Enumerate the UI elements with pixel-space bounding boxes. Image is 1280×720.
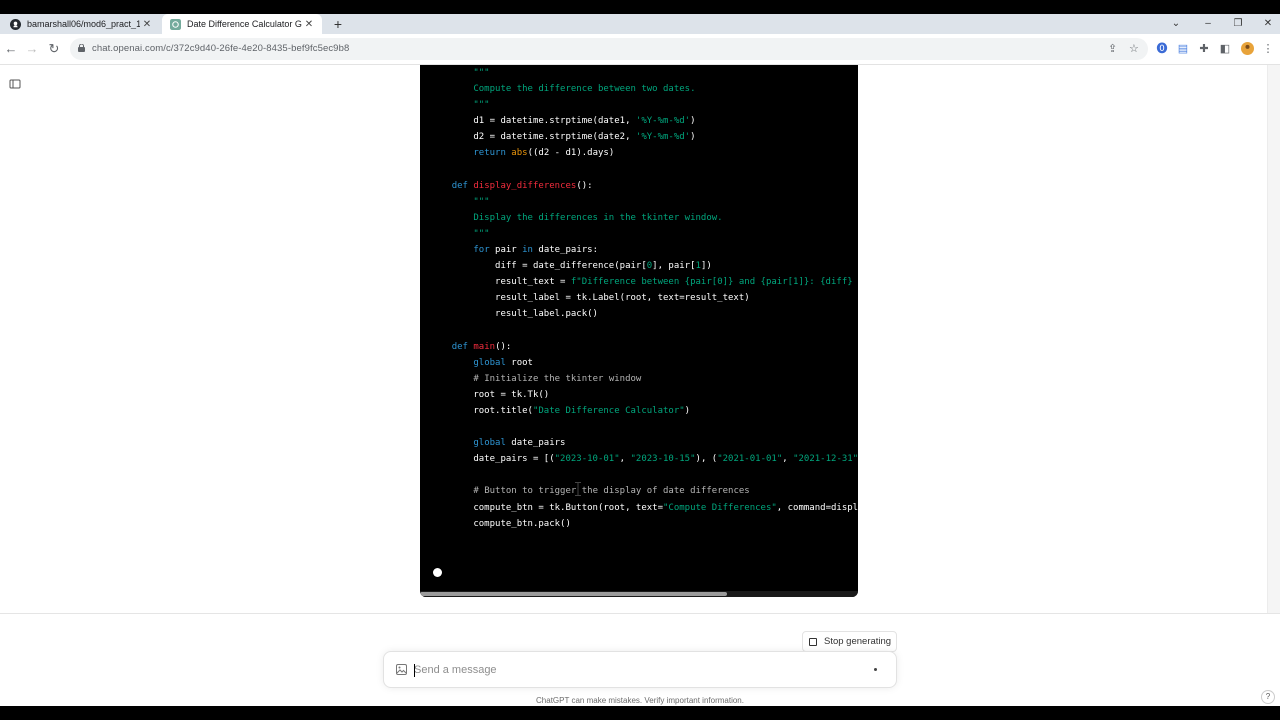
share-icon[interactable]: ⇪: [1108, 38, 1117, 60]
code-line: Compute the difference between two dates…: [430, 84, 696, 95]
code-line: result_text = f"Difference between {pair…: [430, 277, 858, 288]
tab-chatgpt[interactable]: Date Difference Calculator GUI ✕: [162, 14, 322, 34]
code-content: """ Compute the difference between two d…: [430, 65, 858, 532]
text-cursor-icon: [575, 482, 581, 496]
stop-icon: [809, 637, 817, 646]
restore-button[interactable]: ❐: [1228, 14, 1248, 34]
profile-avatar[interactable]: [1237, 39, 1257, 59]
bookmark-star-icon[interactable]: ☆: [1129, 38, 1139, 60]
code-line: root.title("Date Difference Calculator"): [430, 405, 691, 416]
forward-button[interactable]: →: [22, 39, 42, 59]
browser-toolbar: ← → ↻ chat.openai.com/c/372c9d40-26fe-4e…: [0, 34, 1280, 65]
url-text: chat.openai.com/c/372c9d40-26fe-4e20-843…: [92, 43, 350, 54]
scrollbar-thumb[interactable]: [420, 592, 727, 596]
minimize-button[interactable]: –: [1198, 14, 1218, 34]
code-line: result_label = tk.Label(root, text=resul…: [430, 293, 750, 304]
text-caret: [414, 664, 415, 677]
code-horizontal-scrollbar[interactable]: [420, 591, 858, 597]
send-button[interactable]: [874, 668, 877, 671]
chatgpt-icon: [170, 18, 181, 30]
close-tab-icon[interactable]: ✕: [140, 19, 154, 30]
code-line: for pair in date_pairs:: [473, 245, 599, 256]
tab-title: Date Difference Calculator GUI: [187, 19, 302, 29]
chat-page: """ Compute the difference between two d…: [0, 65, 1280, 706]
tab-github[interactable]: bamarshall06/mod6_pract_1 ✕: [2, 14, 160, 34]
browser-window: bamarshall06/mod6_pract_1 ✕ Date Differe…: [0, 14, 1280, 706]
code-line: """: [430, 196, 490, 207]
stop-generating-label: Stop generating: [824, 636, 892, 647]
streaming-cursor-dot: [433, 568, 442, 577]
tab-title: bamarshall06/mod6_pract_1: [27, 19, 140, 29]
code-line: Display the differences in the tkinter w…: [430, 212, 723, 223]
image-attach-icon[interactable]: [396, 664, 407, 675]
code-block: """ Compute the difference between two d…: [420, 65, 858, 597]
password-manager-icon[interactable]: ⓿: [1152, 39, 1172, 59]
menu-kebab-icon[interactable]: ⋮: [1258, 39, 1278, 59]
code-line: date_pairs = [("2023-10-01", "2023-10-15…: [430, 454, 858, 465]
new-tab-button[interactable]: +: [330, 14, 346, 34]
help-button[interactable]: ?: [1261, 690, 1275, 704]
message-composer: [383, 651, 897, 688]
code-line: diff = date_difference(pair[0], pair[1]): [430, 261, 712, 272]
code-line: """: [430, 228, 490, 239]
tab-strip: bamarshall06/mod6_pract_1 ✕ Date Differe…: [0, 14, 1280, 34]
stop-generating-button[interactable]: Stop generating: [802, 631, 897, 652]
sidebar-toggle-icon[interactable]: [8, 77, 22, 91]
divider: [0, 613, 1280, 614]
code-line: root = tk.Tk(): [430, 389, 550, 400]
back-button[interactable]: ←: [1, 39, 21, 59]
code-line: """: [430, 68, 490, 78]
lock-icon: [78, 44, 85, 52]
reload-button[interactable]: ↻: [44, 39, 64, 59]
code-line: # Initialize the tkinter window: [473, 373, 642, 384]
close-window-button[interactable]: ✕: [1258, 14, 1278, 34]
page-scrollbar[interactable]: [1267, 65, 1280, 613]
code-line: d1 = datetime.strptime(date1, '%Y-%m-%d'…: [430, 116, 696, 127]
code-line: global root: [473, 357, 533, 368]
extensions-puzzle-icon[interactable]: ✚: [1194, 39, 1214, 59]
code-line: """: [430, 100, 490, 111]
code-line: return abs((d2 - d1).days): [473, 148, 615, 159]
code-line: d2 = datetime.strptime(date2, '%Y-%m-%d'…: [430, 132, 696, 143]
disclaimer-text: ChatGPT can make mistakes. Verify import…: [536, 696, 744, 705]
message-input[interactable]: [414, 660, 854, 680]
code-line: result_label.pack(): [430, 309, 598, 320]
github-icon: [10, 18, 21, 30]
code-line: def main():: [451, 341, 512, 352]
code-line: def display_differences():: [451, 180, 593, 191]
extension-doc-icon[interactable]: ▤: [1173, 39, 1193, 59]
address-bar[interactable]: chat.openai.com/c/372c9d40-26fe-4e20-843…: [70, 38, 1148, 60]
side-panel-icon[interactable]: ◧: [1215, 39, 1235, 59]
close-tab-icon[interactable]: ✕: [302, 19, 316, 30]
code-line: compute_btn.pack(): [430, 518, 571, 529]
tab-search-icon[interactable]: ⌄: [1166, 14, 1186, 34]
code-line: global date_pairs: [473, 438, 566, 449]
code-line: compute_btn = tk.Button(root, text="Comp…: [430, 502, 858, 513]
code-line: # Button to trigger the display of date …: [473, 486, 750, 497]
